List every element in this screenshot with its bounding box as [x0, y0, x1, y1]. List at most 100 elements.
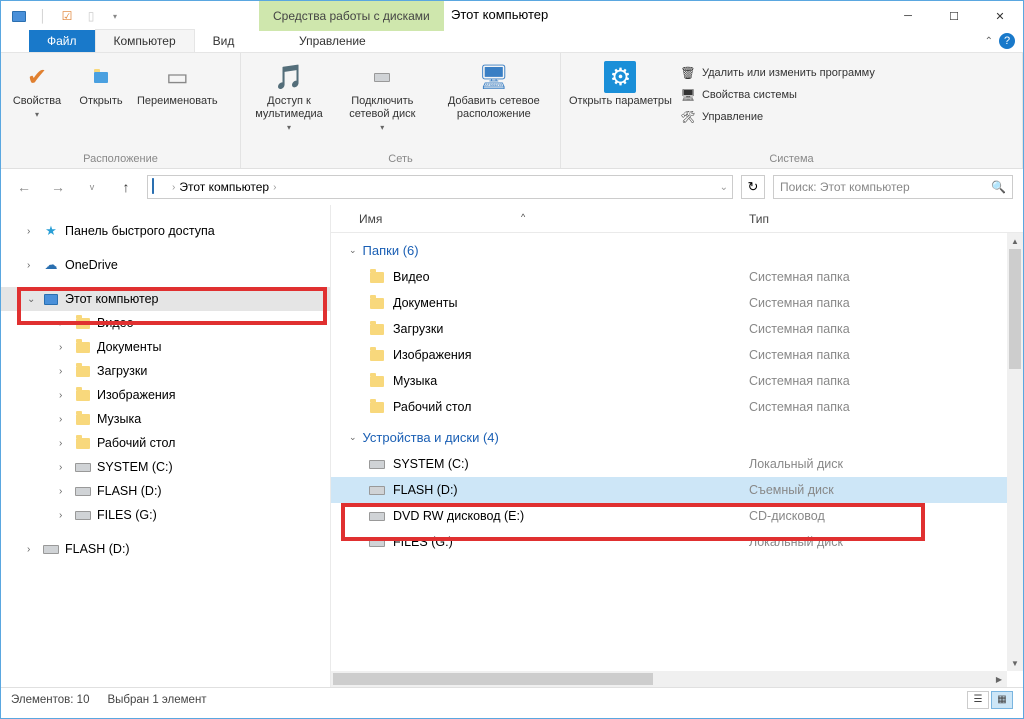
list-item[interactable]: Рабочий столСистемная папка [331, 394, 1023, 420]
chevron-right-icon[interactable]: › [27, 544, 37, 555]
tiles-view-button[interactable]: ▦ [991, 691, 1013, 709]
chevron-right-icon[interactable]: › [59, 462, 69, 473]
tab-view[interactable]: Вид [195, 30, 253, 52]
tree-flash-d[interactable]: › FLASH (D:) [1, 479, 330, 503]
chevron-right-icon[interactable]: › [27, 226, 37, 237]
chevron-right-icon[interactable]: › [27, 260, 37, 271]
chevron-right-icon[interactable]: › [273, 182, 276, 193]
list-item[interactable]: ЗагрузкиСистемная папка [331, 316, 1023, 342]
tree-music[interactable]: › Музыка [1, 407, 330, 431]
chevron-right-icon[interactable]: › [59, 414, 69, 425]
maximize-button[interactable]: ☐ [931, 1, 977, 31]
vertical-scrollbar[interactable]: ▲ ▼ [1007, 233, 1023, 671]
rename-button[interactable]: ▭ Переименовать [137, 59, 218, 108]
cloud-icon: ☁ [43, 257, 59, 273]
dvd-drive-icon [369, 508, 385, 524]
tree-this-pc[interactable]: ⌄ Этот компьютер [1, 287, 330, 311]
help-icon[interactable]: ? [999, 33, 1015, 49]
tree-quick-access[interactable]: › ★ Панель быстрого доступа [1, 219, 330, 243]
manage-button[interactable]: 🛠 Управление [680, 107, 875, 127]
scroll-up-icon[interactable]: ▲ [1007, 233, 1023, 249]
pc-icon [43, 291, 59, 307]
qat-properties-icon[interactable]: ☑ [57, 6, 77, 26]
add-network-location-button[interactable]: 🖥 Добавить сетевое расположение [436, 59, 552, 121]
tree-files-g[interactable]: › FILES (G:) [1, 503, 330, 527]
forward-button[interactable]: → [45, 175, 71, 199]
open-button[interactable]: Открыть [73, 59, 129, 108]
file-list[interactable]: Имя ^ Тип ⌄ Папки (6) ВидеоСистемная пап… [331, 205, 1023, 687]
chevron-right-icon[interactable]: › [59, 366, 69, 377]
status-selection: Выбран 1 элемент [107, 694, 206, 706]
up-button[interactable]: ↑ [113, 175, 139, 199]
search-input[interactable]: Поиск: Этот компьютер 🔍 [773, 175, 1013, 199]
collapse-ribbon-icon[interactable]: ⌃ [985, 36, 993, 47]
section-drives[interactable]: ⌄ Устройства и диски (4) [331, 420, 1023, 451]
list-item[interactable]: FLASH (D:)Съемный диск [331, 477, 1023, 503]
scroll-thumb[interactable] [1009, 249, 1021, 369]
chevron-right-icon[interactable]: › [172, 182, 175, 193]
chevron-down-icon[interactable]: ⌄ [27, 294, 37, 305]
section-folders[interactable]: ⌄ Папки (6) [331, 233, 1023, 264]
navigation-tree[interactable]: › ★ Панель быстрого доступа › ☁ OneDrive… [1, 205, 331, 687]
tab-file[interactable]: Файл [29, 30, 95, 52]
chevron-right-icon[interactable]: › [59, 342, 69, 353]
folder-icon [369, 373, 385, 389]
list-item[interactable]: ИзображенияСистемная папка [331, 342, 1023, 368]
tree-pictures[interactable]: › Изображения [1, 383, 330, 407]
group-location-label: Расположение [1, 150, 240, 168]
scroll-thumb[interactable] [333, 673, 653, 685]
tree-videos[interactable]: › Видео [1, 311, 330, 335]
open-settings-button[interactable]: ⚙ Открыть параметры [569, 59, 672, 108]
tab-manage[interactable]: Управление [259, 30, 406, 52]
list-item[interactable]: ДокументыСистемная папка [331, 290, 1023, 316]
refresh-button[interactable]: ↻ [741, 175, 765, 199]
tab-computer[interactable]: Компьютер [95, 29, 195, 52]
details-view-button[interactable]: ☰ [967, 691, 989, 709]
breadcrumb[interactable]: Этот компьютер [179, 180, 269, 194]
tree-desktop[interactable]: › Рабочий стол [1, 431, 330, 455]
system-properties-button[interactable]: 🖥 Свойства системы [680, 85, 875, 105]
qat-new-folder-icon[interactable]: ▯ [81, 6, 101, 26]
tree-documents[interactable]: › Документы [1, 335, 330, 359]
horizontal-scrollbar[interactable]: ◀ ▶ [331, 671, 1007, 687]
back-button[interactable]: ← [11, 175, 37, 199]
tree-system-c[interactable]: › SYSTEM (C:) [1, 455, 330, 479]
chevron-right-icon[interactable]: › [59, 486, 69, 497]
explorer-window: │ ☑ ▯ ▾ Средства работы с дисками Этот к… [0, 0, 1024, 719]
scroll-down-icon[interactable]: ▼ [1007, 655, 1023, 671]
group-system-label: Система [561, 150, 1022, 168]
list-item[interactable]: МузыкаСистемная папка [331, 368, 1023, 394]
chevron-right-icon[interactable]: › [59, 510, 69, 521]
folder-icon [369, 321, 385, 337]
close-button[interactable]: ✕ [977, 1, 1023, 31]
map-drive-button[interactable]: Подключить сетевой диск ▾ [337, 59, 428, 132]
qat-dropdown-icon[interactable]: ▾ [105, 6, 125, 26]
chevron-right-icon[interactable]: › [59, 438, 69, 449]
chevron-down-icon[interactable]: ⌄ [349, 245, 357, 256]
column-type[interactable]: Тип [741, 212, 1023, 226]
folder-icon [75, 315, 91, 331]
list-item[interactable]: SYSTEM (C:)Локальный диск [331, 451, 1023, 477]
uninstall-program-button[interactable]: 🗑 Удалить или изменить программу [680, 63, 875, 83]
list-item[interactable]: DVD RW дисковод (E:)CD-дисковод [331, 503, 1023, 529]
list-item[interactable]: FILES (G:)Локальный диск [331, 529, 1023, 555]
tree-flash-d-external[interactable]: › FLASH (D:) [1, 537, 330, 561]
chevron-right-icon[interactable]: › [59, 318, 69, 329]
properties-button[interactable]: ✔ Свойства ▾ [9, 59, 65, 119]
address-dropdown-icon[interactable]: ⌄ [720, 182, 728, 193]
list-item[interactable]: ВидеоСистемная папка [331, 264, 1023, 290]
chevron-down-icon[interactable]: ⌄ [349, 432, 357, 443]
app-icon [9, 6, 29, 26]
folder-icon [369, 347, 385, 363]
tree-onedrive[interactable]: › ☁ OneDrive [1, 253, 330, 277]
search-icon[interactable]: 🔍 [991, 180, 1006, 194]
media-access-button[interactable]: 🎵 Доступ к мультимедиа ▾ [249, 59, 329, 132]
manage-icon: 🛠 [680, 109, 696, 125]
recent-dropdown-icon[interactable]: v [79, 175, 105, 199]
scroll-right-icon[interactable]: ▶ [991, 671, 1007, 687]
minimize-button[interactable]: ─ [885, 1, 931, 31]
chevron-right-icon[interactable]: › [59, 390, 69, 401]
address-bar[interactable]: › Этот компьютер › ⌄ [147, 175, 733, 199]
column-name[interactable]: Имя ^ [331, 212, 741, 226]
tree-downloads[interactable]: › Загрузки [1, 359, 330, 383]
